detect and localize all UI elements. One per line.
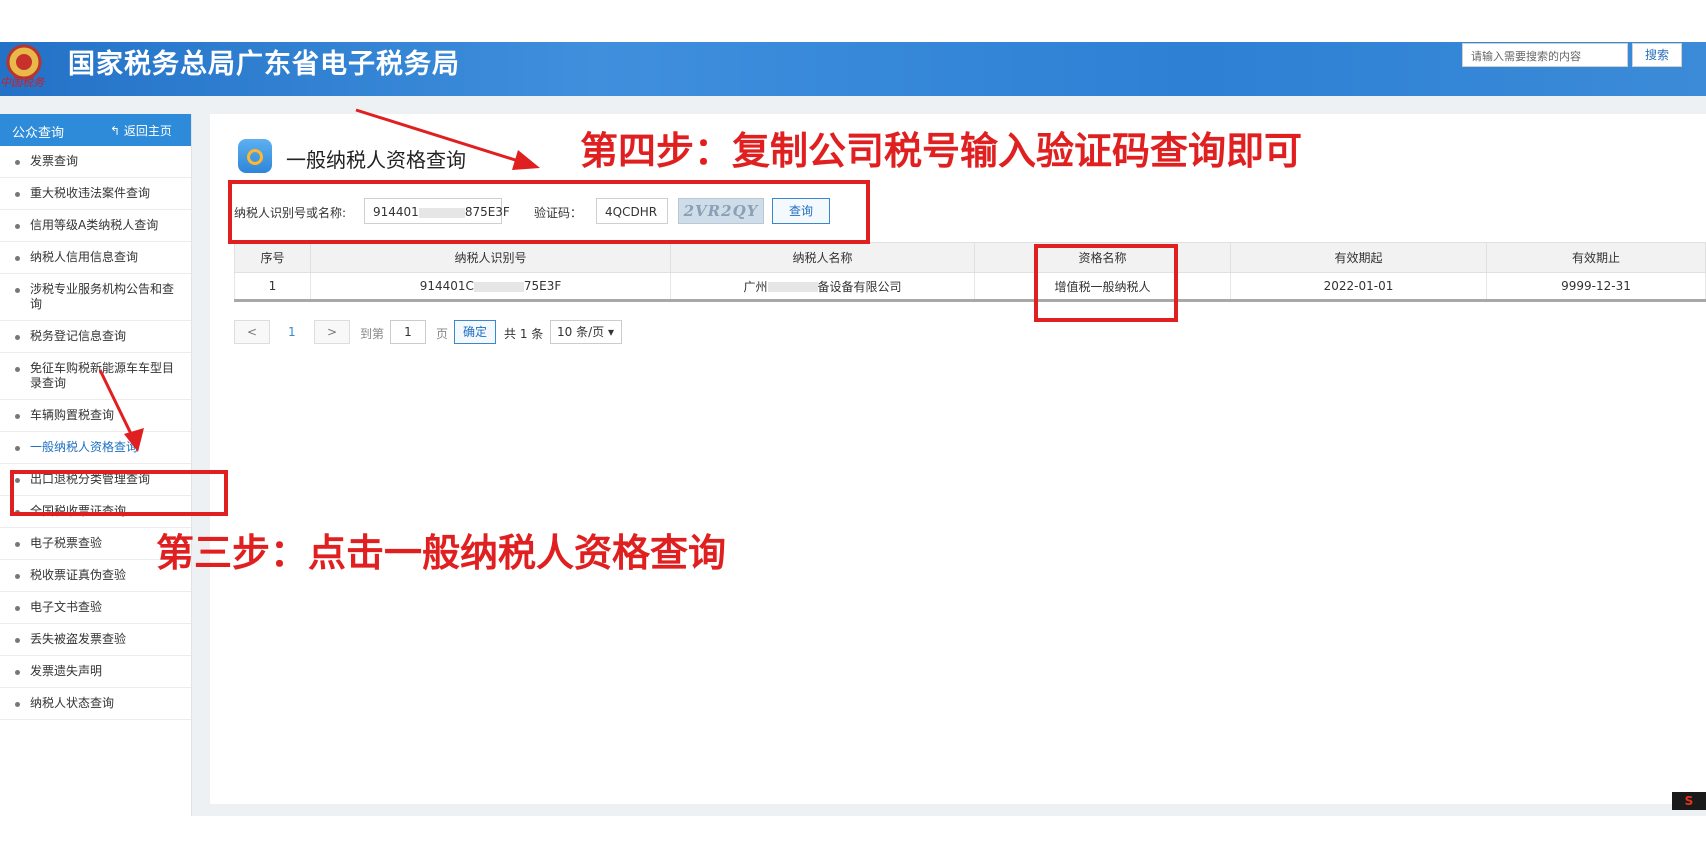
current-page-number[interactable]: 1: [288, 325, 296, 339]
col-header-valid-to: 有效期止: [1486, 242, 1706, 273]
col-header-taxpayer-name: 纳税人名称: [670, 242, 975, 273]
cell-index: 1: [234, 272, 311, 302]
sidebar-item-vehicle-tax[interactable]: 车辆购置税查询: [0, 400, 191, 432]
sidebar-item-invoice-loss-statement[interactable]: 发票遗失声明: [0, 656, 191, 688]
cell-taxpayer-name: 广州 备设备有限公司: [670, 272, 975, 302]
sidebar-item-nev-catalog[interactable]: 免征车购税新能源车车型目录查询: [0, 353, 191, 400]
sidebar-item-taxpayer-status[interactable]: 纳税人状态查询: [0, 688, 191, 720]
page-unit-label: 页: [436, 327, 449, 341]
cell-tax-id-end: 75E3F: [523, 279, 562, 293]
annotation-box-form: [228, 180, 870, 244]
cell-name-end: 备设备有限公司: [817, 279, 902, 294]
sidebar-item-credit-a[interactable]: 信用等级A类纳税人查询: [0, 210, 191, 242]
back-home-label: 返回主页: [123, 124, 172, 138]
page-number-input[interactable]: 1: [390, 320, 426, 344]
back-arrow-icon: ↰: [110, 124, 121, 138]
sidebar-item-service-agencies[interactable]: 涉税专业服务机构公告和查询: [0, 274, 191, 321]
col-header-index: 序号: [234, 242, 311, 273]
total-count: 共 1 条: [504, 327, 544, 341]
search-query-icon: [238, 139, 272, 173]
site-header: 中国税务 国家税务总局广东省电子税务局 请输入需要搜索的内容 搜索: [0, 42, 1706, 96]
search-button[interactable]: 搜索: [1632, 43, 1682, 67]
table-row: 1 914401C 75E3F 广州 备设备有限公司 增值税一般纳税人 2022-0…: [234, 272, 1706, 302]
input-method-icon[interactable]: S: [1672, 792, 1706, 810]
search-input[interactable]: 请输入需要搜索的内容: [1462, 43, 1628, 67]
sidebar-item-general-taxpayer[interactable]: 一般纳税人资格查询: [0, 432, 191, 464]
annotation-box-qualification: [1034, 244, 1178, 322]
sidebar: 公众查询 ↰ 返回主页 发票查询 重大税收违法案件查询 信用等级A类纳税人查询 …: [0, 114, 192, 816]
sidebar-item-major-violation[interactable]: 重大税收违法案件查询: [0, 178, 191, 210]
prev-page-button[interactable]: <: [234, 320, 270, 344]
cell-tax-id: 914401C 75E3F: [310, 272, 671, 302]
sidebar-item-registration[interactable]: 税务登记信息查询: [0, 321, 191, 353]
sidebar-item-e-document[interactable]: 电子文书查验: [0, 592, 191, 624]
chevron-down-icon: ▾: [607, 325, 614, 339]
top-blank-strip: [0, 0, 1706, 42]
goto-label: 到第: [360, 327, 385, 341]
emblem-caption: 中国税务: [0, 76, 44, 89]
sidebar-item-invoice-query[interactable]: 发票查询: [0, 146, 191, 178]
page-size-value: 10 条/页: [557, 325, 605, 339]
cell-valid-to: 9999-12-31: [1486, 272, 1706, 302]
col-header-tax-id: 纳税人识别号: [310, 242, 671, 273]
redacted-block: [473, 281, 524, 292]
next-page-button[interactable]: >: [314, 320, 350, 344]
confirm-page-button[interactable]: 确定: [454, 320, 496, 344]
col-header-valid-from: 有效期起: [1230, 242, 1487, 273]
site-title: 国家税务总局广东省电子税务局: [68, 49, 460, 80]
page-title: 一般纳税人资格查询: [286, 148, 466, 172]
redacted-block: [767, 282, 818, 292]
cell-tax-id-start: 914401C: [419, 279, 474, 293]
sidebar-item-credit-info[interactable]: 纳税人信用信息查询: [0, 242, 191, 274]
result-table: 序号 纳税人识别号 纳税人名称 资格名称 有效期起 有效期止 1 914401C…: [234, 242, 1706, 302]
annotation-step4-text: 第四步：复制公司税号输入验证码查询即可: [580, 129, 1303, 173]
sidebar-item-lost-invoice[interactable]: 丢失被盗发票查验: [0, 624, 191, 656]
cell-valid-from: 2022-01-01: [1230, 272, 1487, 302]
sidebar-header: 公众查询 ↰ 返回主页: [0, 114, 191, 146]
back-home-link[interactable]: ↰ 返回主页: [110, 122, 172, 139]
sidebar-title: 公众查询: [12, 126, 65, 141]
annotation-step3-text: 第三步：点击一般纳税人资格查询: [156, 531, 727, 575]
page-size-select[interactable]: 10 条/页 ▾: [550, 320, 622, 344]
cell-name-start: 广州: [743, 279, 768, 294]
annotation-box-sidebar-item: [10, 470, 228, 516]
